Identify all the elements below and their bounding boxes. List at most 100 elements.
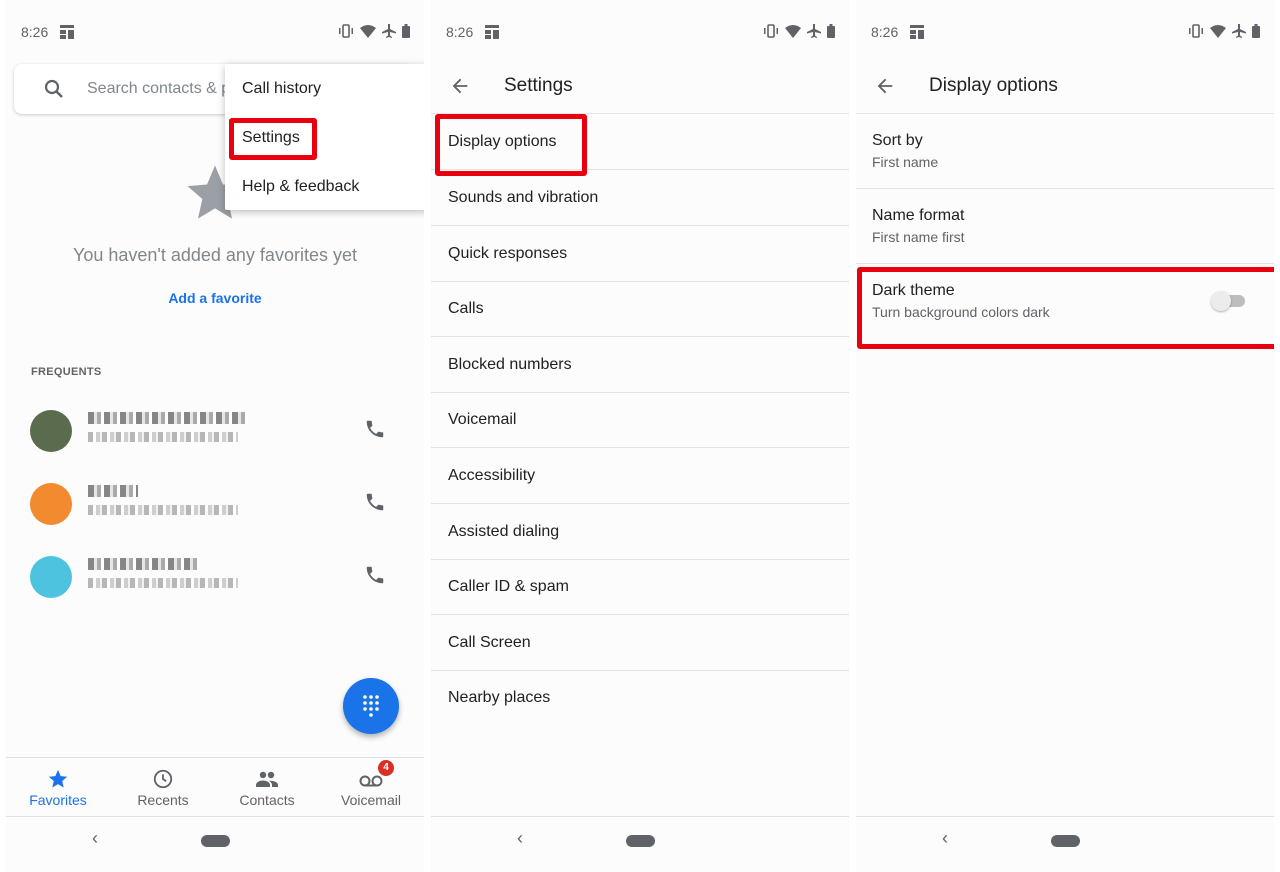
settings-item-label: Caller ID & spam [448, 578, 569, 595]
clock-icon [153, 769, 173, 789]
contact-number-blurred [88, 578, 238, 588]
vibrate-icon [764, 24, 778, 38]
phone-call-icon[interactable] [364, 491, 386, 513]
search-icon [44, 79, 63, 98]
menu-item-help-feedback[interactable]: Help & feedback [242, 178, 359, 196]
settings-item-sounds-vibration[interactable]: Sounds and vibration [431, 170, 849, 226]
add-favorite-link[interactable]: Add a favorite [6, 290, 424, 306]
airplane-icon [382, 24, 396, 38]
system-navigation-bar: ‹ [856, 818, 1274, 862]
wifi-icon [1210, 24, 1226, 38]
system-back-icon[interactable]: ‹ [517, 828, 523, 849]
settings-item-display-options[interactable]: Display options [431, 114, 849, 176]
settings-item-nearby-places[interactable]: Nearby places [431, 670, 849, 726]
system-navigation-bar: ‹ [431, 818, 849, 862]
battery-icon [1252, 24, 1260, 38]
vibrate-icon [1189, 24, 1203, 38]
menu-item-settings[interactable]: Settings [242, 129, 300, 147]
option-sort-by[interactable]: Sort by First name [856, 114, 1274, 189]
settings-item-label: Call Screen [448, 634, 531, 651]
tab-contacts[interactable]: Contacts [215, 758, 319, 816]
avatar [30, 556, 72, 598]
back-arrow-icon[interactable] [449, 75, 471, 97]
wifi-icon [785, 24, 801, 38]
tab-label: Voicemail [341, 792, 401, 808]
app-bar: Display options [856, 60, 1274, 114]
status-bar: 8:26 [431, 20, 849, 44]
settings-item-quick-responses[interactable]: Quick responses [431, 226, 849, 282]
fi-carrier-icon [910, 25, 924, 39]
option-title: Dark theme [872, 282, 955, 299]
frequent-contact-row[interactable]: [blurred name] [6, 402, 424, 462]
settings-item-call-screen[interactable]: Call Screen [431, 615, 849, 671]
frequent-contact-row[interactable]: [blurred name] [6, 548, 424, 608]
settings-item-label: Blocked numbers [448, 356, 572, 373]
contact-number-blurred [88, 432, 238, 442]
system-back-icon[interactable]: ‹ [92, 828, 98, 849]
system-home-pill[interactable] [201, 835, 230, 847]
frequent-contact-row[interactable]: [blurred name] [6, 475, 424, 535]
settings-item-label: Calls [448, 300, 484, 317]
system-back-icon[interactable]: ‹ [942, 828, 948, 849]
option-dark-theme[interactable]: Dark theme Turn background colors dark [856, 264, 1274, 349]
fi-carrier-icon [485, 25, 499, 39]
settings-item-calls[interactable]: Calls [431, 281, 849, 337]
settings-item-voicemail[interactable]: Voicemail [431, 392, 849, 448]
option-title: Sort by [872, 132, 923, 149]
fi-carrier-icon [60, 25, 74, 39]
contact-number-blurred [88, 505, 238, 515]
settings-item-label: Display options [448, 133, 557, 150]
option-value: First name [872, 154, 939, 170]
tab-voicemail[interactable]: Voicemail [319, 758, 423, 816]
contact-name-blurred: [blurred name] [88, 558, 198, 570]
phone-call-icon[interactable] [364, 418, 386, 440]
star-icon [48, 769, 68, 788]
status-time: 8:26 [21, 24, 49, 40]
contact-name-blurred: [blurred name] [88, 412, 248, 424]
avatar [30, 483, 72, 525]
status-time: 8:26 [871, 24, 899, 40]
system-home-pill[interactable] [1051, 835, 1080, 847]
settings-item-blocked-numbers[interactable]: Blocked numbers [431, 337, 849, 393]
dialpad-icon [363, 695, 379, 717]
airplane-icon [1232, 24, 1246, 38]
menu-item-call-history[interactable]: Call history [242, 80, 321, 98]
option-name-format[interactable]: Name format First name first [856, 189, 1274, 264]
option-title: Name format [872, 207, 965, 224]
settings-item-label: Voicemail [448, 411, 517, 428]
overflow-menu: Call history Settings Help & feedback [225, 64, 424, 210]
dialpad-fab-button[interactable] [343, 678, 399, 734]
divider [856, 816, 1274, 817]
bottom-navigation: Favorites Recents Contacts Voicemail 4 [6, 757, 424, 817]
settings-item-assisted-dialing[interactable]: Assisted dialing [431, 504, 849, 560]
contact-name-blurred: [blurred name] [88, 485, 138, 497]
settings-item-accessibility[interactable]: Accessibility [431, 448, 849, 504]
tab-recents[interactable]: Recents [111, 758, 215, 816]
phone-call-icon[interactable] [364, 564, 386, 586]
app-bar: Settings [431, 60, 849, 114]
settings-item-label: Accessibility [448, 467, 536, 484]
settings-screen: 8:26 Settings Display options Sounds and… [431, 0, 849, 872]
dark-theme-toggle[interactable] [1211, 291, 1247, 311]
search-placeholder: Search contacts & p [87, 80, 231, 97]
frequents-header: FREQUENTS [31, 366, 102, 378]
settings-item-label: Sounds and vibration [448, 189, 599, 206]
settings-item-caller-id-spam[interactable]: Caller ID & spam [431, 559, 849, 615]
people-icon [256, 771, 278, 787]
page-title: Settings [504, 75, 573, 96]
system-home-pill[interactable] [626, 835, 655, 847]
tab-favorites[interactable]: Favorites [6, 758, 110, 816]
toggle-thumb [1211, 291, 1231, 311]
battery-icon [827, 24, 835, 38]
tab-label: Contacts [239, 792, 295, 808]
back-arrow-icon[interactable] [874, 75, 896, 97]
wifi-icon [360, 24, 376, 38]
settings-item-label: Nearby places [448, 689, 551, 706]
status-time: 8:26 [446, 24, 474, 40]
status-bar: 8:26 [856, 20, 1274, 44]
status-bar: 8:26 [6, 20, 424, 44]
system-navigation-bar: ‹ [6, 818, 424, 862]
empty-favorites-message: You haven't added any favorites yet [73, 245, 357, 265]
tab-label: Favorites [29, 792, 87, 808]
option-value: First name first [872, 229, 965, 245]
